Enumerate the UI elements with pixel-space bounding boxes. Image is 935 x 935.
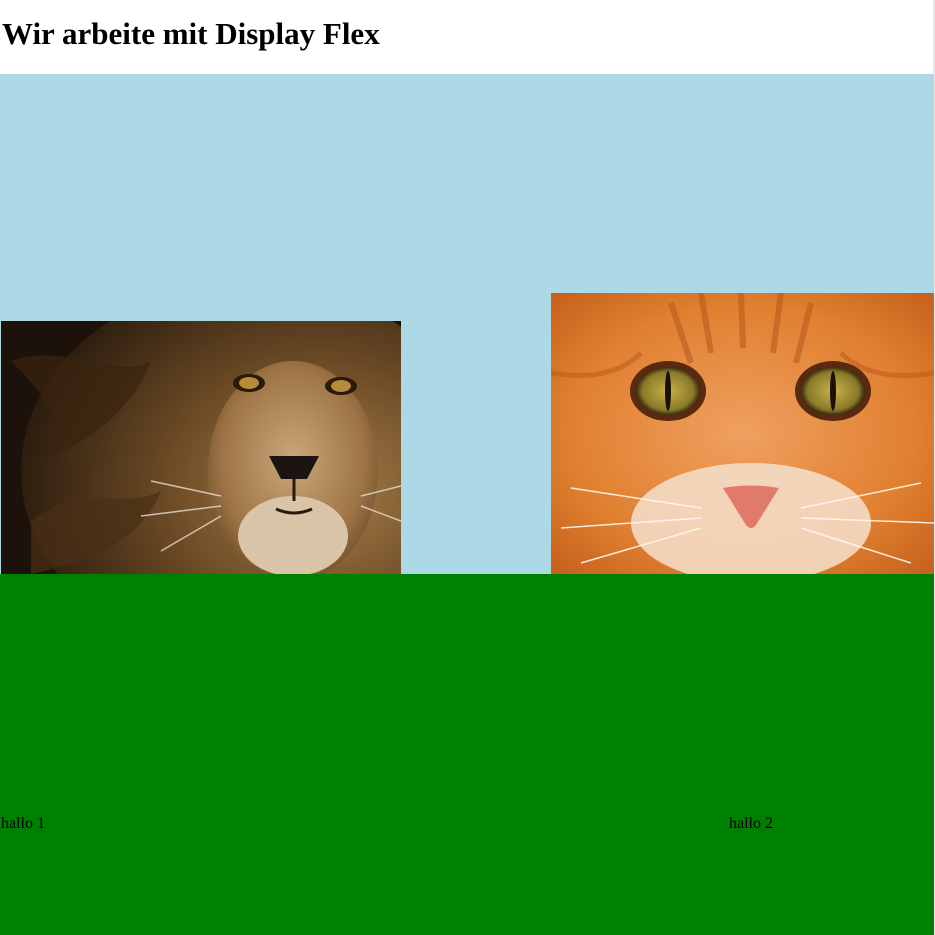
lion-image bbox=[1, 321, 401, 574]
flex-item-hallo-2: hallo 2 bbox=[729, 815, 773, 832]
flex-container-bottom: hallo 1 hallo 2 bbox=[0, 574, 934, 935]
cat-image bbox=[551, 293, 934, 574]
cat-photo-icon bbox=[551, 293, 934, 574]
flex-container-top bbox=[0, 74, 934, 574]
page-title: Wir arbeite mit Display Flex bbox=[2, 16, 380, 51]
flex-item-hallo-1: hallo 1 bbox=[1, 815, 45, 832]
lion-photo-icon bbox=[1, 321, 401, 574]
